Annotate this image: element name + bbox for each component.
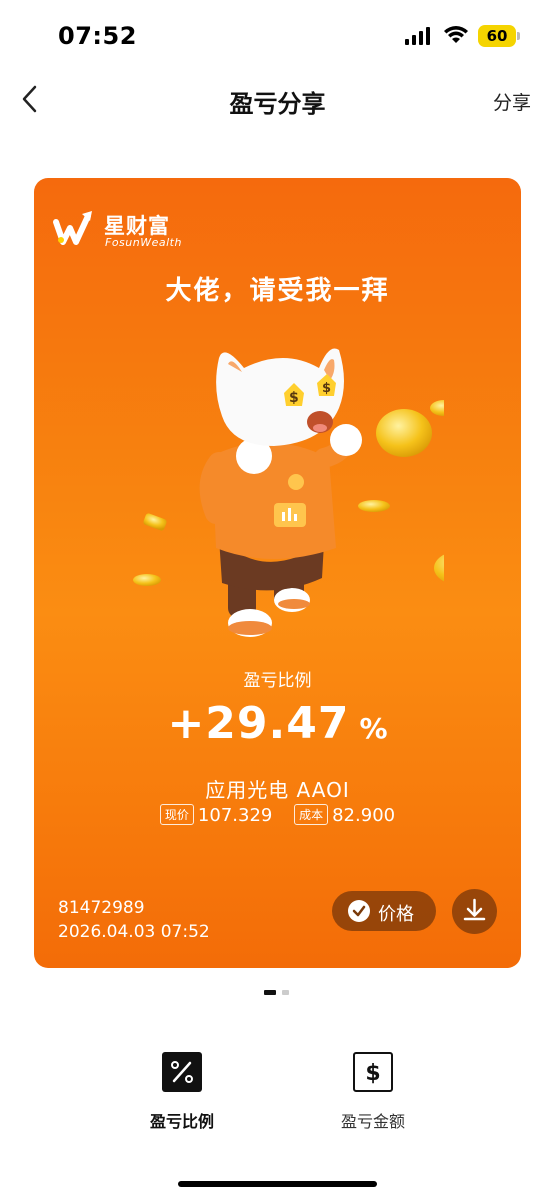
coin-icon [358, 500, 390, 512]
current-price: 现价 107.329 [159, 804, 273, 826]
page-title: 盈亏分享 [229, 90, 326, 118]
option-pnl-ratio-label: 盈亏比例 [149, 1112, 214, 1131]
cost-tag: 成本 [294, 804, 329, 825]
percent-icon [162, 1052, 202, 1092]
slogan: 大佬，请受我一拜 [165, 276, 390, 306]
page-dot-active [264, 990, 276, 995]
battery-indicator: 60 [478, 25, 520, 47]
svg-text:$: $ [289, 390, 299, 406]
dollar-icon: $ [353, 1052, 393, 1092]
status-time: 07:52 [58, 22, 137, 50]
check-circle-icon [348, 900, 370, 922]
pnl-ratio-unit: % [359, 712, 388, 745]
wifi-icon [444, 26, 468, 43]
price-toggle-label: 价格 [378, 904, 414, 925]
nav-bar: 盈亏分享 分享 [0, 70, 555, 130]
logo-w-icon [53, 211, 92, 245]
share-datetime: 2026.04.03 07:52 [58, 922, 210, 942]
fosun-wealth-logo: 星财富 FosunWealth [52, 208, 222, 252]
svg-text:$: $ [365, 1061, 380, 1086]
coin-icon [143, 513, 167, 531]
coin-icon [434, 554, 444, 582]
option-pnl-ratio[interactable]: 盈亏比例 [122, 1052, 242, 1142]
cost-price: 成本 82.900 [294, 804, 395, 826]
current-price-value: 107.329 [197, 805, 273, 826]
pnl-ratio-value: +29.47 [167, 698, 350, 749]
coin-icon [430, 400, 444, 416]
share-button[interactable]: 分享 [493, 88, 531, 115]
cat-mascot-illustration: $ $ [133, 348, 444, 637]
price-row: 现价 107.329 成本 82.900 [34, 804, 521, 826]
current-price-tag: 现价 [159, 804, 194, 825]
pnl-ratio-row: +29.47% [34, 698, 521, 749]
page-dot [282, 990, 289, 995]
stock-name: 应用光电 AAOI [205, 778, 350, 802]
option-pnl-amount[interactable]: $ 盈亏金额 [313, 1052, 433, 1142]
price-toggle-button[interactable]: 价格 [332, 891, 436, 931]
svg-text:$: $ [322, 381, 331, 396]
coin-icon [133, 574, 161, 586]
user-id: 81472989 [58, 898, 145, 918]
option-pnl-amount-label: 盈亏金额 [340, 1112, 405, 1131]
download-button[interactable] [452, 889, 497, 934]
share-card: 星财富 FosunWealth 大佬，请受我一拜 $ $ 盈亏比例 +29.47… [34, 178, 521, 968]
page-indicator [264, 990, 294, 996]
logo-en-text: FosunWealth [105, 236, 182, 249]
home-indicator [178, 1181, 377, 1187]
coin-icon [376, 409, 432, 457]
status-bar: 07:52 60 [0, 0, 555, 70]
download-icon [463, 898, 486, 921]
cost-value: 82.900 [332, 805, 396, 826]
pnl-ratio-label: 盈亏比例 [243, 671, 312, 691]
cellular-signal-icon [405, 27, 430, 45]
